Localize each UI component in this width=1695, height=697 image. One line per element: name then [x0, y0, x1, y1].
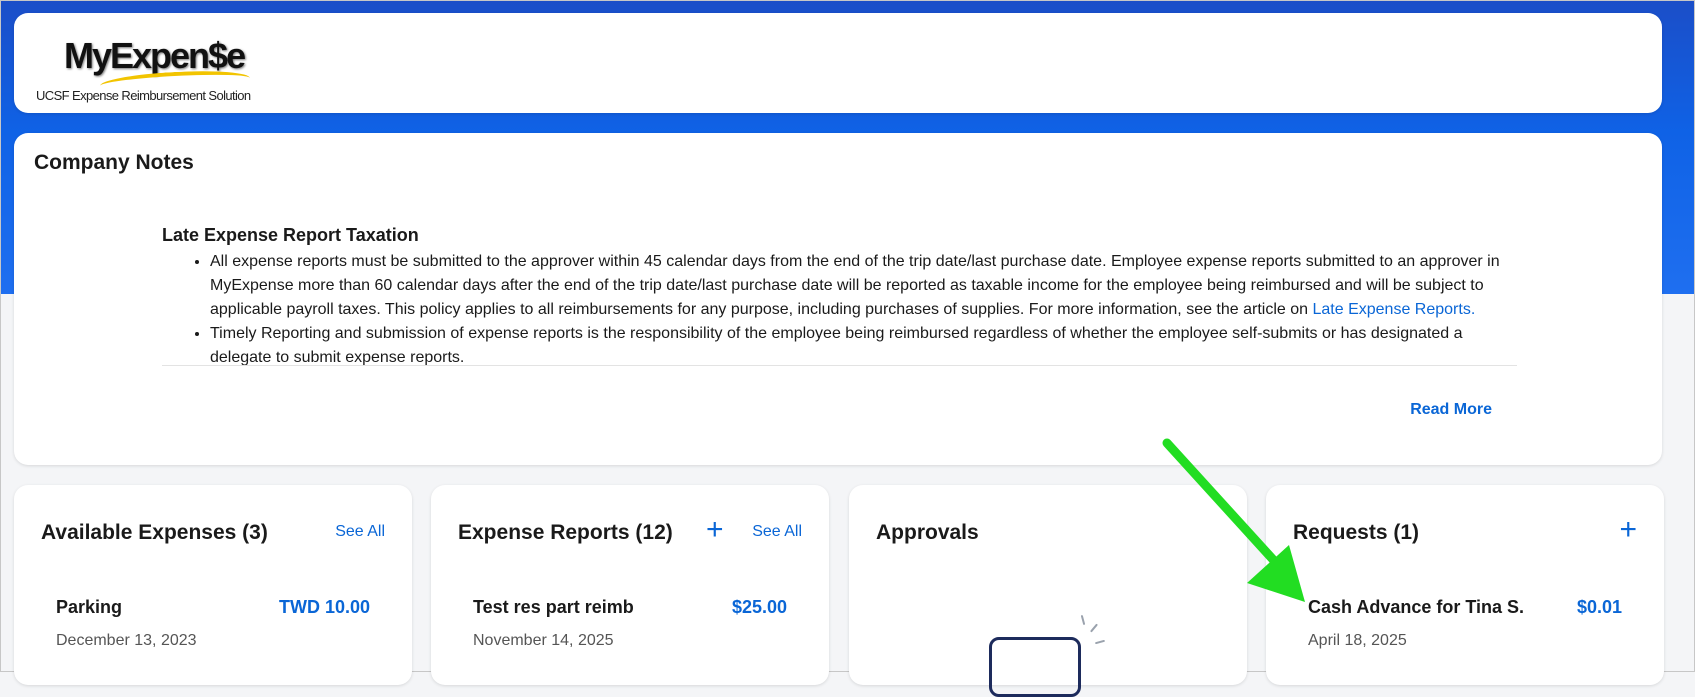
arrow-shaft: [1162, 438, 1283, 570]
annotation-arrow-icon: [1162, 438, 1305, 602]
arrow-head: [1247, 545, 1305, 602]
